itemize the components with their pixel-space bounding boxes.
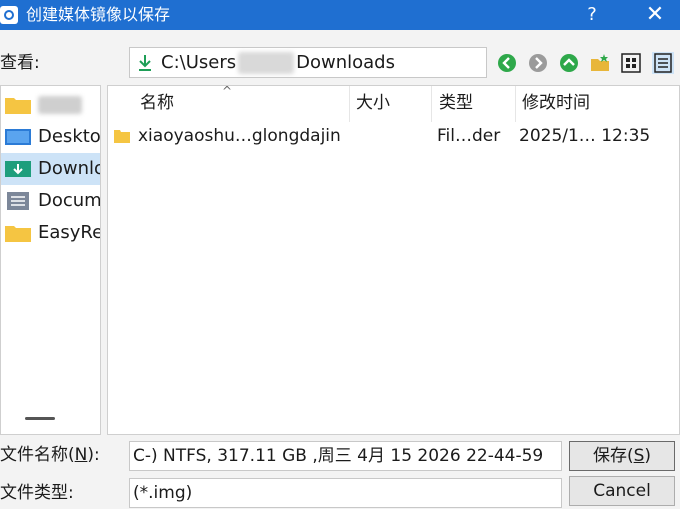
- up-icon[interactable]: [558, 52, 580, 74]
- places-sidebar: Deskto Downlo Docum EasyRe: [0, 85, 101, 435]
- filename-input[interactable]: C-) NTFS, 317.11 GB ,周三 4月 15 2026 22-44…: [129, 441, 562, 471]
- title-bar: 创建媒体镜像以保存 ? ✕: [0, 0, 680, 30]
- view-details-icon[interactable]: [652, 52, 674, 74]
- column-header-row: 名称 ^ 大小 类型 修改时间: [108, 84, 680, 122]
- file-modified: 2025/1… 12:35: [519, 126, 651, 146]
- sort-ascending-icon: ^: [222, 84, 233, 98]
- sidebar-item-label: Docum: [38, 190, 101, 211]
- path-prefix: C:\Users: [161, 52, 237, 73]
- path-suffix: Downloads: [296, 52, 395, 73]
- sidebar-item-label: Downlo: [38, 158, 101, 179]
- cancel-button[interactable]: Cancel: [569, 476, 675, 506]
- look-in-label: 查看:: [0, 53, 40, 73]
- download-arrow-icon: [139, 55, 151, 71]
- sidebar-item-label: Deskto: [38, 126, 101, 147]
- folder-icon: [5, 226, 31, 242]
- file-name: xiaoyaoshu…glongdajin: [138, 126, 341, 146]
- desktop-icon: [5, 129, 31, 145]
- close-button[interactable]: ✕: [642, 2, 668, 28]
- filename-label-key: N: [74, 445, 88, 465]
- filetype-label: 文件类型:: [0, 483, 74, 503]
- column-divider[interactable]: [349, 86, 350, 122]
- column-header-size[interactable]: 大小: [356, 86, 426, 122]
- redacted-user-folder: [38, 96, 82, 114]
- back-icon[interactable]: [496, 52, 518, 74]
- sidebar-item-downloads[interactable]: Downlo: [1, 153, 101, 185]
- save-button[interactable]: 保存(S): [569, 441, 675, 471]
- sidebar-item-label: EasyRe: [38, 222, 101, 243]
- redacted-username: [238, 52, 295, 74]
- file-list: 名称 ^ 大小 类型 修改时间 xiaoyaoshu…glongdajin Fi…: [107, 84, 680, 435]
- save-label-suffix: ): [644, 446, 652, 466]
- column-header-type[interactable]: 类型: [439, 86, 509, 122]
- forward-icon[interactable]: [527, 52, 549, 74]
- new-folder-icon[interactable]: [589, 52, 611, 74]
- folder-icon: [5, 98, 31, 114]
- look-in-path[interactable]: C:\Users Downloads: [129, 47, 487, 78]
- filename-label-prefix: 文件名称(: [0, 445, 75, 465]
- app-icon: [0, 6, 18, 24]
- table-row[interactable]: xiaoyaoshu…glongdajin Fil…der 2025/1… 12…: [108, 122, 680, 152]
- filename-label-suffix: ):: [87, 445, 100, 465]
- sidebar-item-user[interactable]: [1, 89, 100, 121]
- column-header-name[interactable]: 名称: [140, 86, 340, 122]
- filetype-select[interactable]: (*.img): [129, 478, 562, 508]
- column-header-modified[interactable]: 修改时间: [522, 86, 672, 122]
- save-label-prefix: 保存(: [592, 446, 634, 466]
- help-button[interactable]: ?: [582, 4, 602, 26]
- file-type: Fil…der: [437, 126, 501, 146]
- sidebar-item-desktop[interactable]: Deskto: [1, 121, 101, 153]
- column-name-label: 名称: [140, 93, 174, 113]
- sidebar-scrollbar[interactable]: [25, 417, 55, 420]
- column-divider[interactable]: [431, 86, 432, 122]
- window-title: 创建媒体镜像以保存: [26, 5, 171, 24]
- filename-label: 文件名称(N):: [0, 443, 100, 467]
- documents-icon: [7, 192, 29, 210]
- view-tiles-icon[interactable]: [620, 52, 642, 74]
- folder-icon: [114, 130, 130, 143]
- sidebar-item-easyre[interactable]: EasyRe: [1, 217, 101, 249]
- downloads-icon: [5, 161, 31, 177]
- sidebar-item-documents[interactable]: Docum: [1, 185, 101, 217]
- column-divider[interactable]: [515, 86, 516, 122]
- save-label-key: S: [633, 446, 645, 466]
- path-text: C:\Users Downloads: [161, 51, 395, 75]
